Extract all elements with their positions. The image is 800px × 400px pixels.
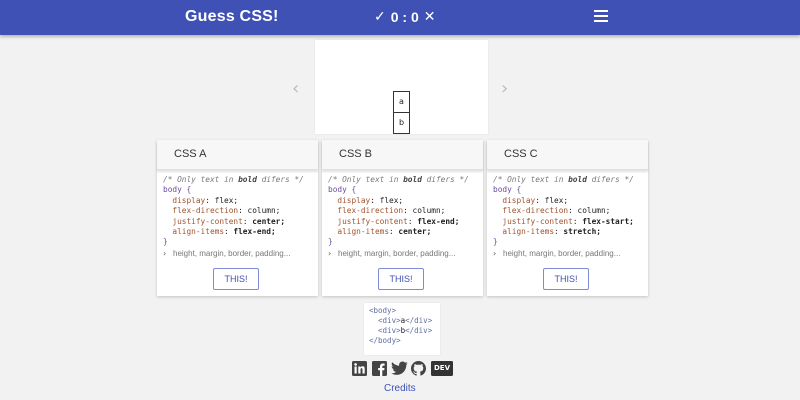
github-icon[interactable] <box>411 361 426 376</box>
card-title: CSS C <box>504 148 538 160</box>
code-selector: body { <box>163 185 192 195</box>
score-value: 0 : 0 <box>390 8 419 25</box>
chevron-left-icon[interactable]: ‹ <box>292 78 299 99</box>
top-app-bar: Guess CSS! ✓ 0 : 0 ✕ <box>0 0 800 35</box>
hint-text: height, margin, border, padding... <box>503 249 621 258</box>
layout-preview: a b <box>315 40 488 134</box>
css-code-block: /* Only text in bold difers */ body { di… <box>163 175 304 247</box>
chevron-right-icon: › <box>493 249 497 258</box>
twitter-icon[interactable] <box>391 361 408 376</box>
hint-text: height, margin, border, padding... <box>173 249 291 258</box>
code-selector: body { <box>493 185 522 195</box>
chevron-right-icon[interactable]: › <box>501 78 508 99</box>
css-card-c: CSS C /* Only text in bold difers */ bod… <box>487 140 648 296</box>
check-icon: ✓ <box>374 8 386 24</box>
app-title: Guess CSS! <box>185 8 279 25</box>
preview-box-a: a <box>393 91 410 113</box>
dev-icon[interactable]: DEV <box>431 361 453 376</box>
cross-icon: ✕ <box>423 8 436 24</box>
card-title: CSS B <box>339 148 373 160</box>
hint-expander[interactable]: › height, margin, border, padding... <box>163 249 315 261</box>
css-code-block: /* Only text in bold difers */ body { di… <box>493 175 634 247</box>
choose-a-button[interactable]: THIS! <box>213 268 259 290</box>
preview-box-b: b <box>393 112 410 134</box>
card-title: CSS A <box>174 148 207 160</box>
linkedin-icon[interactable] <box>352 361 367 376</box>
hint-expander[interactable]: › height, margin, border, padding... <box>493 249 645 261</box>
css-code-block: /* Only text in bold difers */ body { di… <box>328 175 469 247</box>
chevron-right-icon: › <box>163 249 167 258</box>
credits-link[interactable]: Credits <box>384 383 416 394</box>
css-card-b: CSS B /* Only text in bold difers */ bod… <box>322 140 483 296</box>
score-display: ✓ 0 : 0 ✕ <box>374 8 435 25</box>
choose-b-button[interactable]: THIS! <box>378 268 424 290</box>
css-card-a: CSS A /* Only text in bold difers */ bod… <box>157 140 318 296</box>
card-header: CSS B <box>322 140 483 170</box>
choose-c-button[interactable]: THIS! <box>543 268 589 290</box>
card-header: CSS A <box>157 140 318 170</box>
code-comment: /* Only text in bold difers */ <box>493 175 634 184</box>
hint-expander[interactable]: › height, margin, border, padding... <box>328 249 480 261</box>
menu-icon[interactable] <box>594 10 608 22</box>
html-snippet: <body> <div>a</div> <div>b</div> </body> <box>364 303 440 355</box>
social-links: DEV <box>0 361 800 377</box>
chevron-right-icon: › <box>328 249 332 258</box>
card-header: CSS C <box>487 140 648 170</box>
code-comment: /* Only text in bold difers */ <box>163 175 304 184</box>
hint-text: height, margin, border, padding... <box>338 249 456 258</box>
code-comment: /* Only text in bold difers */ <box>328 175 469 184</box>
facebook-icon[interactable] <box>372 361 387 376</box>
code-selector: body { <box>328 185 357 195</box>
